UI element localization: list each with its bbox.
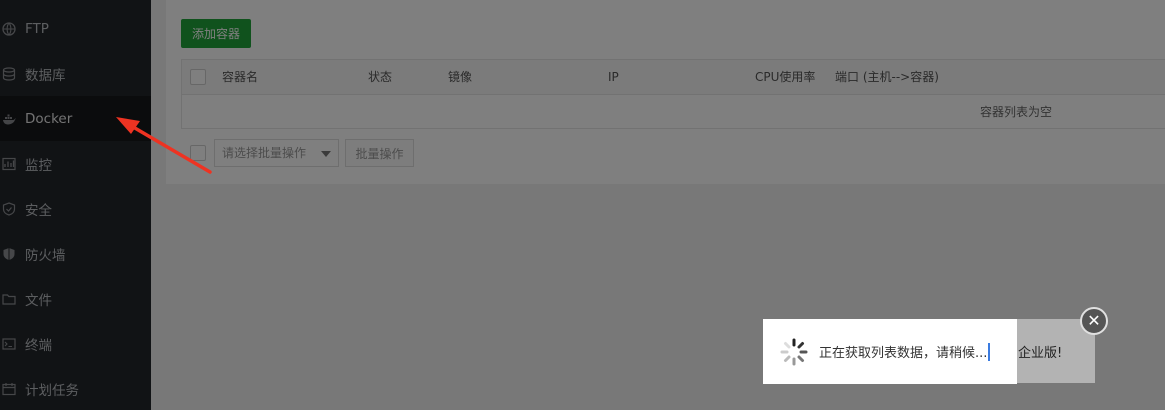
text-cursor bbox=[988, 342, 991, 361]
close-icon[interactable]: ✕ bbox=[1080, 307, 1108, 335]
upgrade-dialog-text: 企业版! bbox=[1018, 345, 1063, 361]
loading-dialog: 正在获取列表数据，请稍候... bbox=[763, 319, 1017, 384]
loading-message: 正在获取列表数据，请稍候... bbox=[819, 346, 988, 361]
loading-spinner-icon bbox=[779, 337, 809, 367]
